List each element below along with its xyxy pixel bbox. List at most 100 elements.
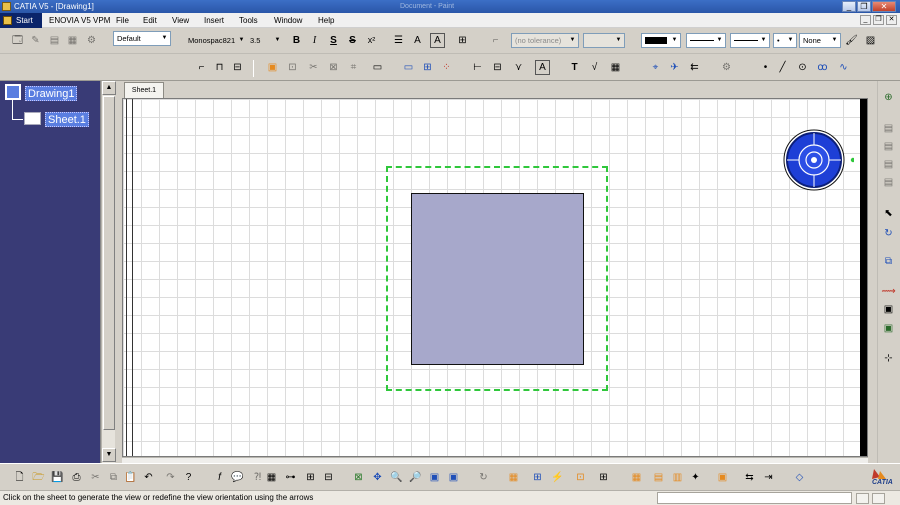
tab-sheet-1[interactable]: Sheet.1 [124,82,164,98]
italic-button[interactable]: I [307,33,322,48]
report-icon[interactable]: ▣ [881,302,896,317]
scroll-up-button[interactable]: ▲ [102,81,116,95]
export-icon[interactable]: ⇥ [761,470,776,485]
comment-icon[interactable]: 💬 [230,470,245,485]
undo-icon[interactable]: ↶ [141,470,156,485]
curve-icon[interactable]: ∿ [836,60,851,75]
clipping-view-icon[interactable]: ✂ [306,60,321,75]
arrow-icon[interactable]: ⇇ [687,60,702,75]
orientation-compass[interactable] [780,127,854,191]
sheet-icon[interactable]: ▤ [47,33,62,48]
dimension-tools-icon[interactable]: ⊟ [490,60,505,75]
menu-insert[interactable]: Insert [204,15,224,26]
text-annotation-icon[interactable]: T [567,60,582,75]
breakout-view-icon[interactable]: ⌗ [346,60,361,75]
instantiate-icon[interactable]: ⁘ [439,60,454,75]
underline-button[interactable]: S [326,33,341,48]
cutting-icon[interactable]: ▤ [651,470,666,485]
properties-icon[interactable]: 🗔 [10,33,25,48]
anchor-point-icon[interactable]: A [410,33,425,48]
scroll-thumb[interactable] [103,96,115,430]
catalog-icon[interactable]: ▣ [881,321,896,336]
multi-view-icon[interactable]: ▥ [670,470,685,485]
menu-enovia[interactable]: ENOVIA V5 VPM [49,15,110,26]
view-generation-icon[interactable]: ⊞ [596,470,611,485]
cut-icon[interactable]: ✂ [88,470,103,485]
thread-icon[interactable]: ✈ [667,60,682,75]
compass-icon[interactable]: ⊕ [881,90,896,105]
spline-icon[interactable]: ꝏ [815,60,830,75]
layers-icon[interactable]: ⧉ [881,254,896,269]
sheet-frame-icon[interactable]: ▭ [370,60,385,75]
linetype-select[interactable]: ▼ [686,33,726,48]
data-icon[interactable]: ⊟ [321,470,336,485]
normal-view-icon[interactable]: ▣ [446,470,461,485]
zoom-in-icon[interactable]: 🔍 [389,470,404,485]
broken-view-icon[interactable]: ⊠ [326,60,341,75]
tolerance-select[interactable]: (no tolerance) ▼ [511,33,579,48]
roughness-icon[interactable]: √ [587,60,602,75]
menu-help[interactable]: Help [318,15,334,26]
hierarchy-icon[interactable]: ⊶ [283,470,298,485]
refresh-icon[interactable]: ↻ [476,470,491,485]
new-view-icon[interactable]: ▭ [401,60,416,75]
tolerance-icon[interactable]: ⌐ [488,33,503,48]
power-input-button[interactable] [872,493,885,504]
measure-icon[interactable]: ⊹ [881,351,896,366]
select-arrow-icon[interactable]: ⬉ [881,206,896,221]
table-grid-icon[interactable]: ▦ [629,470,644,485]
eraser-icon[interactable]: ◇ [792,470,807,485]
thickness-select[interactable]: ▼ [730,33,770,48]
views-icon[interactable]: ▤ [881,139,896,154]
frame-icon[interactable]: A [430,33,445,48]
strikethrough-button[interactable]: S [345,33,360,48]
menu-file[interactable]: File [116,15,129,26]
tolerance-dim-icon[interactable]: ⋎ [511,60,526,75]
justify-icon[interactable]: ☰ [391,33,406,48]
whats-this-icon[interactable]: ? [181,470,196,485]
painter-icon[interactable]: 🖌 [844,33,859,48]
print-icon[interactable]: ⎙ [69,470,84,485]
save-icon[interactable]: 💾 [50,470,65,485]
analysis-icon[interactable]: ⚙ [84,33,99,48]
table-tool-icon[interactable]: ▦ [264,470,279,485]
doc-restore-button[interactable]: ❐ [873,15,884,25]
menu-tools[interactable]: Tools [239,15,258,26]
insert-symbol-icon[interactable]: ⊞ [455,33,470,48]
line-icon[interactable]: ╱ [775,60,790,75]
circle-icon[interactable]: ⊙ [795,60,810,75]
copy-icon[interactable]: ⧉ [106,470,121,485]
text-icon[interactable]: A [535,60,550,75]
snap-icon[interactable]: ⊞ [530,470,545,485]
views-icon[interactable]: ▤ [881,157,896,172]
swap-icon[interactable]: ⇆ [742,470,757,485]
lock-icon[interactable]: ✦ [688,470,703,485]
tree-node-drawing[interactable]: Drawing1 [25,86,78,101]
sheet-background-icon[interactable]: ▣ [715,470,730,485]
hatch-icon[interactable]: ▨ [863,33,878,48]
point-icon[interactable]: • [758,60,773,75]
update-icon[interactable]: ✎ [28,33,43,48]
new-detail-icon[interactable]: ⊞ [420,60,435,75]
doc-minimize-button[interactable]: _ [860,15,871,25]
open-file-icon[interactable]: 🗁 [31,470,46,485]
projection-view-icon[interactable]: ⊓ [212,60,227,75]
dimension-icon[interactable]: ⊢ [470,60,485,75]
font-select[interactable]: Monospac821 ▼ [185,34,247,49]
formula-icon[interactable]: f [212,470,227,485]
menu-window[interactable]: Window [274,15,302,26]
views-icon[interactable]: ▤ [881,175,896,190]
drawing-canvas[interactable] [122,98,868,457]
rotate-icon[interactable]: ↻ [881,226,896,241]
scroll-down-button[interactable]: ▼ [102,448,116,462]
style-select[interactable]: Default ▼ [113,31,171,46]
zoom-out-icon[interactable]: 🔎 [408,470,423,485]
command-input[interactable] [657,492,852,504]
zoom-area-icon[interactable]: ▣ [427,470,442,485]
knowledge-icon[interactable]: ⁈ [250,470,265,485]
superscript-button[interactable]: x² [364,33,379,48]
vertical-scrollbar[interactable]: ▲ ▼ [101,81,116,463]
color-select[interactable]: ▼ [641,33,681,48]
pan-icon[interactable]: ✥ [370,470,385,485]
views-icon[interactable]: ▤ [881,121,896,136]
